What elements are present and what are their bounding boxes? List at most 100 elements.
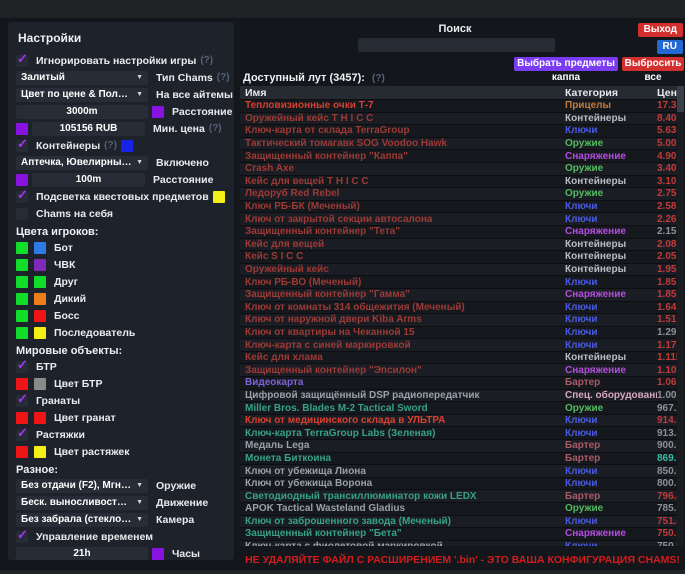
checkbox-checked[interactable]: ✓ bbox=[16, 395, 28, 407]
dropdown[interactable]: Без забрала (стекло шлема)▼ bbox=[16, 513, 148, 527]
checkbox-checked[interactable]: ✓ bbox=[16, 140, 28, 152]
table-row[interactable]: Монета БиткоинаБартер869.6k bbox=[240, 453, 677, 466]
table-row[interactable]: Miller Bros. Blades M-2 Tactical SwordОр… bbox=[240, 402, 677, 415]
color-swatch[interactable] bbox=[213, 191, 225, 203]
color-swatch[interactable] bbox=[34, 259, 46, 271]
scrollbar-thumb[interactable] bbox=[677, 86, 684, 112]
table-row[interactable]: ВидеокартаБартер1.06kk bbox=[240, 377, 677, 390]
table-row[interactable]: Ключ от заброшенного завода (Меченый)Клю… bbox=[240, 516, 677, 529]
table-row[interactable]: Ключ-карта с синей маркировкойКлючи1.17k… bbox=[240, 339, 677, 352]
table-row[interactable]: Ключ-карта от склада TerraGroupКлючи5.63… bbox=[240, 125, 677, 138]
table-row[interactable]: Защищенный контейнер "Гамма"Снаряжение1.… bbox=[240, 289, 677, 302]
text-input[interactable] bbox=[32, 173, 145, 187]
table-row[interactable]: Цифровой защищённый DSP радиопередатчикС… bbox=[240, 390, 677, 403]
text-input[interactable] bbox=[32, 122, 145, 136]
dropdown[interactable]: Залитый▼ bbox=[16, 71, 148, 85]
color-swatch[interactable] bbox=[152, 548, 164, 560]
control-label: Игнорировать настройки игры bbox=[36, 55, 196, 67]
dropdown[interactable]: Аптечка, Ювелирные и...▼ bbox=[16, 156, 148, 170]
table-row[interactable]: Защищенный контейнер "Эпсилон"Снаряжение… bbox=[240, 364, 677, 377]
color-swatch[interactable] bbox=[34, 446, 46, 458]
dropdown[interactable]: Без отдачи (F2), Мгновенное п▼ bbox=[16, 479, 148, 493]
control-label: Расстояние bbox=[172, 106, 232, 118]
table-scrollbar[interactable] bbox=[677, 86, 684, 546]
color-swatch[interactable] bbox=[16, 293, 28, 305]
dropdown[interactable]: Беск. выносливость и нет уста▼ bbox=[16, 496, 148, 510]
table-row[interactable]: Ключ от наружной двери Kiba ArmsКлючи1.5… bbox=[240, 314, 677, 327]
color-swatch[interactable] bbox=[16, 412, 28, 424]
settings-row: Цвет растяжек bbox=[16, 443, 226, 460]
item-category: Ключи bbox=[565, 466, 657, 477]
discard-all-button[interactable]: Выбросить все bbox=[622, 57, 684, 71]
item-price: 2.15kk bbox=[657, 226, 677, 237]
table-row[interactable]: Кейс для хламаКонтейнеры1.11kk bbox=[240, 352, 677, 365]
help-hint: (?) bbox=[217, 72, 230, 83]
color-swatch[interactable] bbox=[34, 276, 46, 288]
color-swatch[interactable] bbox=[16, 327, 28, 339]
help-hint: (?) bbox=[104, 140, 117, 151]
color-swatch[interactable] bbox=[16, 310, 28, 322]
chevron-down-icon: ▼ bbox=[136, 159, 143, 166]
color-swatch[interactable] bbox=[16, 446, 28, 458]
table-row[interactable]: Ледоруб Red RebelОружие2.75kk bbox=[240, 188, 677, 201]
color-swatch[interactable] bbox=[34, 378, 46, 390]
table-row[interactable]: Ключ от квартиры на Чеканной 15Ключи1.29… bbox=[240, 327, 677, 340]
color-swatch[interactable] bbox=[16, 123, 28, 135]
color-swatch[interactable] bbox=[34, 293, 46, 305]
color-swatch[interactable] bbox=[34, 412, 46, 424]
table-row[interactable]: Ключ-карта с фиолетовой маркировкойКлючи… bbox=[240, 541, 677, 546]
table-row[interactable]: Кейс для вещей T H I C CКонтейнеры3.10kk bbox=[240, 176, 677, 189]
table-row[interactable]: Медаль LegaБартер900.0k bbox=[240, 440, 677, 453]
table-row[interactable]: Кейс S I C CКонтейнеры2.05kk bbox=[240, 251, 677, 264]
checkbox-checked[interactable]: ✓ bbox=[16, 55, 28, 67]
table-row[interactable]: Ключ от комнаты 314 общежития (Меченый)К… bbox=[240, 302, 677, 315]
table-row[interactable]: Защищенный контейнер "Тета"Снаряжение2.1… bbox=[240, 226, 677, 239]
control-label: Часы bbox=[172, 548, 200, 560]
text-input[interactable] bbox=[16, 105, 148, 119]
color-swatch[interactable] bbox=[34, 327, 46, 339]
color-swatch[interactable] bbox=[16, 276, 28, 288]
color-swatch[interactable] bbox=[121, 140, 133, 152]
dropdown[interactable]: Цвет по цене & Пользователь▼ bbox=[16, 88, 148, 102]
table-row[interactable]: APOK Tactical Wasteland GladiusОружие785… bbox=[240, 503, 677, 516]
table-row[interactable]: Ключ от медицинского склада в УЛЬТРАКлюч… bbox=[240, 415, 677, 428]
table-row[interactable]: Ключ РБ-БК (Меченый)Ключи2.58kk bbox=[240, 201, 677, 214]
table-row[interactable]: Ключ-карта TerraGroup Labs (Зеленая)Ключ… bbox=[240, 427, 677, 440]
item-name: Ключ от медицинского склада в УЛЬТРА bbox=[240, 415, 565, 426]
color-swatch[interactable] bbox=[16, 242, 28, 254]
table-row[interactable]: Тактический томагавк SOG Voodoo HawkОруж… bbox=[240, 138, 677, 151]
language-button[interactable]: RU bbox=[657, 40, 683, 54]
select-kappa-items-button[interactable]: Выбрать предметы каппа bbox=[514, 57, 618, 71]
checkbox-checked[interactable]: ✓ bbox=[16, 429, 28, 441]
color-swatch[interactable] bbox=[16, 378, 28, 390]
table-row[interactable]: Ключ от убежища ВоронаКлючи800.0k bbox=[240, 478, 677, 491]
item-price: 796.4k bbox=[657, 491, 677, 502]
table-row[interactable]: Ключ от закрытой секции автосалонаКлючи2… bbox=[240, 213, 677, 226]
control-label: Расстояние bbox=[153, 174, 213, 186]
checkbox-checked[interactable]: ✓ bbox=[16, 531, 28, 543]
color-swatch[interactable] bbox=[16, 259, 28, 271]
table-row[interactable]: Светодиодный трансиллюминатор кожи LEDXБ… bbox=[240, 490, 677, 503]
table-row[interactable]: Crash AxeОружие3.40kk bbox=[240, 163, 677, 176]
color-swatch[interactable] bbox=[152, 106, 164, 118]
search-input[interactable] bbox=[358, 38, 555, 52]
table-row[interactable]: Кейс для вещейКонтейнеры2.08kk bbox=[240, 239, 677, 252]
table-row[interactable]: Оружейный кейс T H I C CКонтейнеры8.40kk bbox=[240, 113, 677, 126]
table-row[interactable]: Ключ РБ-ВО (Меченый)Ключи1.85kk bbox=[240, 276, 677, 289]
table-row[interactable]: Защищенный контейнер "Каппа"Снаряжение4.… bbox=[240, 150, 677, 163]
exit-button[interactable]: Выход bbox=[638, 23, 683, 37]
control-label: Мин. цена bbox=[153, 123, 205, 135]
item-name: Ключ РБ-ВО (Меченый) bbox=[240, 277, 565, 288]
checkbox-unchecked[interactable] bbox=[16, 208, 28, 220]
checkbox-checked[interactable]: ✓ bbox=[16, 361, 28, 373]
checkbox-checked[interactable]: ✓ bbox=[16, 191, 28, 203]
table-row[interactable]: Ключ от убежища ЛионаКлючи850.0k bbox=[240, 465, 677, 478]
table-row[interactable]: Тепловизионные очки Т-7Прицелы17.33kk bbox=[240, 100, 677, 113]
color-swatch[interactable] bbox=[34, 310, 46, 322]
table-row[interactable]: Оружейный кейсКонтейнеры1.95kk bbox=[240, 264, 677, 277]
item-name: Ключ от квартиры на Чеканной 15 bbox=[240, 327, 565, 338]
table-row[interactable]: Защищенный контейнер "Бета"Снаряжение750… bbox=[240, 528, 677, 541]
color-swatch[interactable] bbox=[34, 242, 46, 254]
color-swatch[interactable] bbox=[16, 174, 28, 186]
text-input[interactable] bbox=[16, 547, 148, 561]
